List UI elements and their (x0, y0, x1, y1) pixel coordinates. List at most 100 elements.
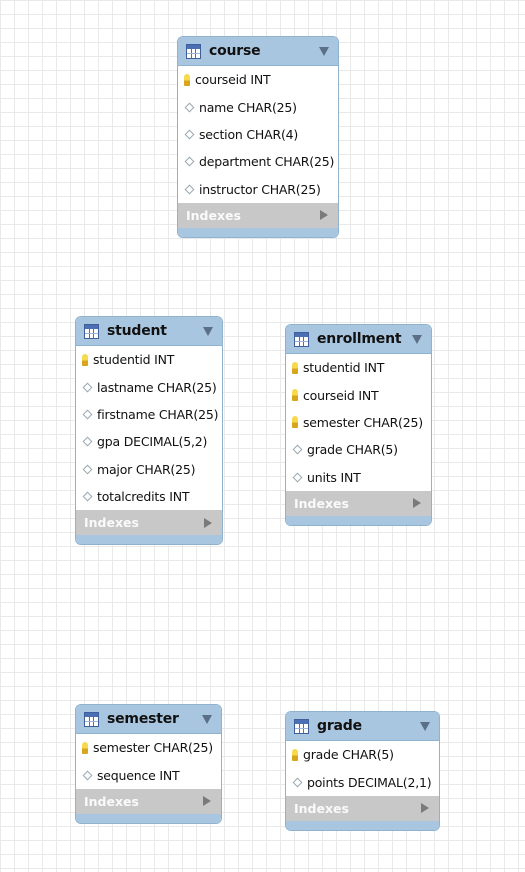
table-footer (76, 535, 222, 545)
column-label: studentid INT (303, 360, 385, 376)
expand-arrow-icon[interactable] (421, 803, 429, 814)
collapse-arrow-icon[interactable] (412, 334, 422, 344)
key-icon (82, 353, 88, 366)
table-footer (286, 515, 431, 525)
key-icon (82, 741, 88, 754)
table-icon (84, 323, 99, 339)
column-label: instructor CHAR(25) (199, 181, 321, 197)
key-icon (292, 416, 298, 429)
table-student[interactable]: student studentid INT lastname CHAR(25) fi… (75, 316, 223, 546)
diamond-icon (82, 409, 93, 420)
column[interactable]: name CHAR(25) (178, 93, 338, 120)
column-label: major CHAR(25) (97, 461, 196, 477)
column-label: courseid INT (195, 72, 271, 88)
primary-key-column[interactable]: semester CHAR(25) (76, 734, 221, 761)
table-header[interactable]: enrollment (286, 325, 431, 354)
diamond-icon (82, 770, 93, 781)
table-header[interactable]: course (178, 37, 338, 66)
collapse-arrow-icon[interactable] (420, 721, 430, 731)
table-footer (76, 813, 221, 823)
column[interactable]: firstname CHAR(25) (76, 401, 222, 428)
table-title: student (107, 323, 167, 339)
column[interactable]: grade CHAR(5) (286, 436, 431, 463)
column-label: firstname CHAR(25) (97, 406, 219, 422)
indexes-label: Indexes (294, 495, 349, 511)
table-semester[interactable]: semester semester CHAR(25) sequence INT I… (75, 704, 222, 824)
diamond-icon (184, 129, 195, 140)
diamond-icon (292, 777, 303, 788)
key-icon (184, 73, 190, 86)
primary-key-column[interactable]: studentid INT (286, 354, 431, 381)
column[interactable]: department CHAR(25) (178, 148, 338, 175)
column-label: semester CHAR(25) (303, 414, 423, 430)
diamond-icon (292, 444, 303, 455)
table-title: course (209, 43, 261, 59)
column-label: section CHAR(4) (199, 126, 299, 142)
primary-key-column[interactable]: semester CHAR(25) (286, 409, 431, 436)
column-list: grade CHAR(5) points DECIMAL(2,1) (286, 741, 439, 796)
expand-arrow-icon[interactable] (320, 210, 328, 221)
expand-arrow-icon[interactable] (204, 517, 212, 528)
table-icon (294, 331, 309, 347)
column[interactable]: instructor CHAR(25) (178, 176, 338, 203)
table-icon (294, 718, 309, 734)
expand-arrow-icon[interactable] (203, 796, 211, 807)
expand-arrow-icon[interactable] (413, 498, 421, 509)
indexes-section[interactable]: Indexes (178, 202, 338, 228)
column[interactable]: gpa DECIMAL(5,2) (76, 428, 222, 455)
table-icon (84, 711, 99, 727)
column-label: totalcredits INT (97, 489, 190, 505)
diamond-icon (184, 156, 195, 167)
column-label: studentid INT (93, 352, 175, 368)
diamond-icon (82, 491, 93, 502)
column-list: courseid INT name CHAR(25) section CHAR(4)… (178, 66, 338, 203)
table-header[interactable]: student (76, 317, 222, 346)
diamond-icon (82, 464, 93, 475)
indexes-section[interactable]: Indexes (286, 795, 439, 821)
column-label: units INT (307, 469, 361, 485)
column[interactable]: sequence INT (76, 761, 221, 788)
collapse-arrow-icon[interactable] (319, 46, 329, 56)
primary-key-column[interactable]: grade CHAR(5) (286, 741, 439, 768)
column-label: grade CHAR(5) (303, 747, 394, 763)
diamond-icon (82, 436, 93, 447)
column-label: semester CHAR(25) (93, 740, 213, 756)
column[interactable]: lastname CHAR(25) (76, 373, 222, 400)
column[interactable]: major CHAR(25) (76, 456, 222, 483)
column[interactable]: points DECIMAL(2,1) (286, 768, 439, 795)
diamond-icon (82, 382, 93, 393)
key-icon (292, 361, 298, 374)
table-footer (286, 820, 439, 830)
table-title: enrollment (317, 331, 402, 347)
indexes-label: Indexes (84, 515, 139, 531)
table-title: semester (107, 711, 179, 727)
primary-key-column[interactable]: courseid INT (178, 66, 338, 93)
indexes-section[interactable]: Indexes (76, 788, 221, 814)
column-list: studentid INT courseid INT semester CHAR(2… (286, 354, 431, 491)
table-header[interactable]: grade (286, 712, 439, 741)
column-label: lastname CHAR(25) (97, 379, 217, 395)
column[interactable]: units INT (286, 464, 431, 491)
table-icon (186, 43, 201, 59)
column[interactable]: totalcredits INT (76, 483, 222, 510)
indexes-section[interactable]: Indexes (286, 490, 431, 516)
table-grade[interactable]: grade grade CHAR(5) points DECIMAL(2,1) I… (285, 711, 440, 831)
collapse-arrow-icon[interactable] (203, 326, 213, 336)
primary-key-column[interactable]: courseid INT (286, 381, 431, 408)
column-list: semester CHAR(25) sequence INT (76, 734, 221, 789)
indexes-label: Indexes (84, 793, 139, 809)
table-enrollment[interactable]: enrollment studentid INT courseid INT seme… (285, 324, 432, 526)
collapse-arrow-icon[interactable] (202, 714, 212, 724)
indexes-label: Indexes (186, 207, 241, 223)
table-header[interactable]: semester (76, 705, 221, 734)
diamond-icon (184, 102, 195, 113)
indexes-section[interactable]: Indexes (76, 510, 222, 536)
column-label: sequence INT (97, 767, 180, 783)
table-course[interactable]: course courseid INT name CHAR(25) section … (177, 36, 339, 238)
column-label: courseid INT (303, 387, 379, 403)
primary-key-column[interactable]: studentid INT (76, 346, 222, 373)
column[interactable]: section CHAR(4) (178, 121, 338, 148)
column-label: points DECIMAL(2,1) (307, 774, 432, 790)
key-icon (292, 748, 298, 761)
diamond-icon (292, 472, 303, 483)
